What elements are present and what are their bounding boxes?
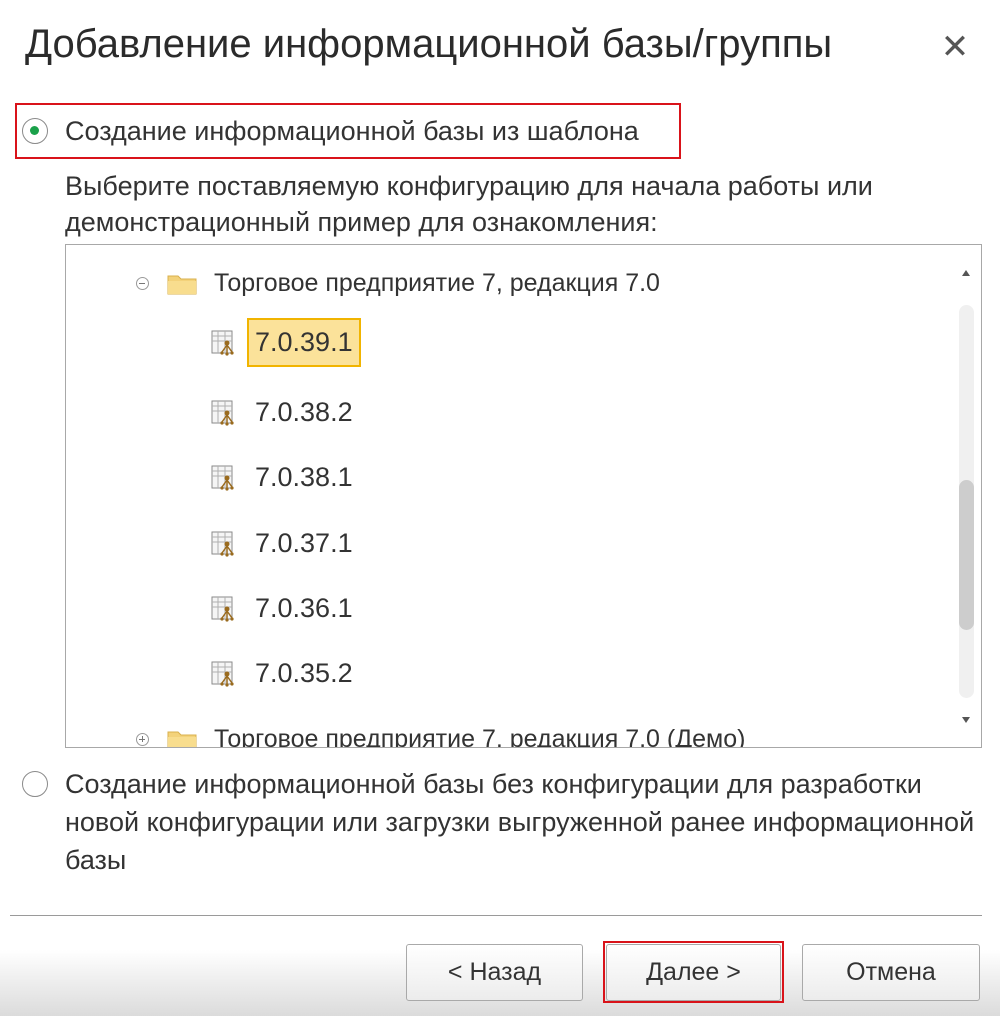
- radio-empty-button[interactable]: [22, 771, 48, 797]
- tree-version-item[interactable]: 7.0.39.1: [211, 318, 361, 367]
- tree-version-item[interactable]: 7.0.36.1: [211, 586, 359, 631]
- template-hint: Выберите поставляемую конфигурацию для н…: [65, 171, 873, 237]
- configuration-icon: [211, 596, 234, 622]
- scroll-down-icon[interactable]: [962, 717, 970, 723]
- collapse-icon[interactable]: [136, 277, 149, 290]
- back-button[interactable]: < Назад: [406, 944, 583, 1001]
- tree-scrollbar[interactable]: [951, 245, 981, 747]
- tree-group-expanded[interactable]: Торговое предприятие 7, редакция 7.0: [136, 269, 660, 298]
- configuration-icon: [211, 330, 234, 356]
- tree-version-label[interactable]: 7.0.38.2: [249, 390, 359, 435]
- configuration-icon: [211, 465, 234, 491]
- template-tree[interactable]: Торговое предприятие 7, редакция 7.0 7.0…: [65, 244, 982, 748]
- tree-version-item[interactable]: 7.0.38.2: [211, 390, 359, 435]
- tree-version-label[interactable]: 7.0.38.1: [249, 455, 359, 500]
- scroll-up-icon[interactable]: [962, 270, 970, 276]
- scroll-thumb[interactable]: [959, 480, 974, 630]
- tree-version-item[interactable]: 7.0.37.1: [211, 521, 359, 566]
- cancel-button[interactable]: Отмена: [802, 944, 980, 1001]
- tree-group-collapsed[interactable]: Торговое предприятие 7, редакция 7.0 (Де…: [136, 725, 746, 748]
- folder-icon: [167, 275, 197, 294]
- expand-icon[interactable]: [136, 733, 149, 746]
- tree-version-label[interactable]: 7.0.39.1: [247, 318, 361, 367]
- configuration-icon: [211, 531, 234, 557]
- next-button-highlight: [603, 941, 784, 1003]
- tree-group-label: Торговое предприятие 7, редакция 7.0: [214, 269, 660, 297]
- option-template-highlight: [15, 103, 681, 159]
- close-icon[interactable]: ✕: [930, 22, 980, 72]
- footer-divider: [10, 915, 982, 916]
- configuration-icon: [211, 400, 234, 426]
- dialog-title: Добавление информационной базы/группы: [25, 22, 833, 66]
- tree-version-item[interactable]: 7.0.35.2: [211, 651, 359, 696]
- radio-option-empty[interactable]: Создание информационной базы без конфигу…: [22, 765, 982, 879]
- tree-version-label[interactable]: 7.0.35.2: [249, 651, 359, 696]
- folder-icon: [167, 731, 197, 747]
- radio-empty-label[interactable]: Создание информационной базы без конфигу…: [65, 765, 975, 879]
- configuration-icon: [211, 661, 234, 687]
- tree-group-label: Торговое предприятие 7, редакция 7.0 (Де…: [214, 725, 746, 748]
- tree-version-label[interactable]: 7.0.37.1: [249, 521, 359, 566]
- tree-version-label[interactable]: 7.0.36.1: [249, 586, 359, 631]
- tree-version-item[interactable]: 7.0.38.1: [211, 455, 359, 500]
